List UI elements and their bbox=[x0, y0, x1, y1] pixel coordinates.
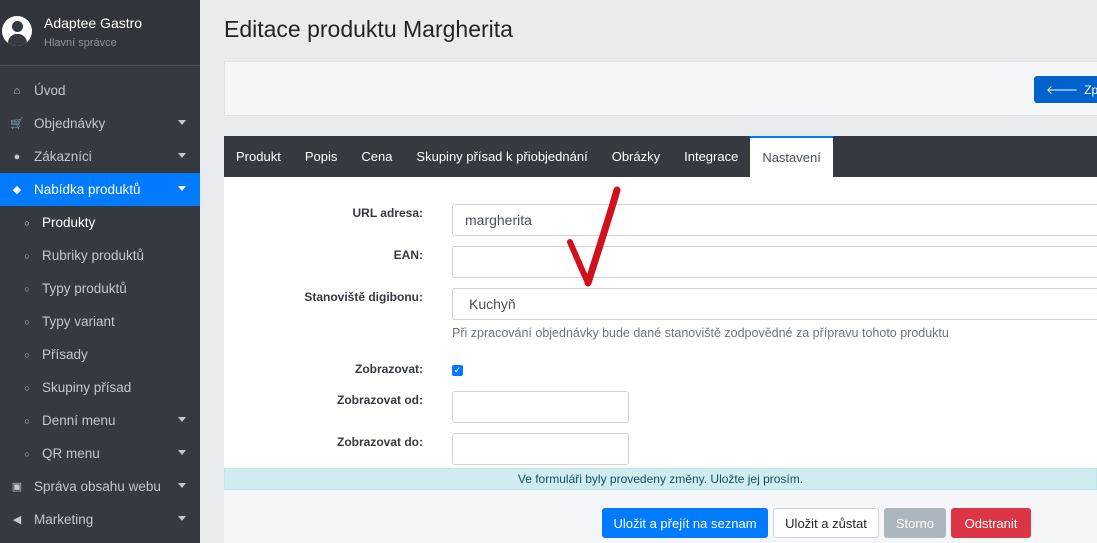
chevron-down-icon bbox=[178, 483, 186, 488]
tab-item[interactable]: Integrace bbox=[672, 136, 750, 177]
tab-item[interactable]: Produkt bbox=[224, 136, 293, 177]
toolbar bbox=[224, 61, 1097, 116]
unsaved-changes-alert: Ve formuláři byly provedeny změny. Uložt… bbox=[224, 468, 1097, 490]
circle-icon: ○ bbox=[24, 316, 30, 327]
tab-item[interactable]: Skupiny přísad k přiobjednání bbox=[404, 136, 599, 177]
sidebar-item[interactable]: ⌂ Úvod bbox=[0, 74, 200, 107]
back-button-label: Zpět d bbox=[1084, 83, 1097, 97]
sidebar-item[interactable]: ○ QR menu bbox=[0, 437, 200, 470]
tag-icon: ◆ bbox=[12, 184, 22, 196]
back-button[interactable]: 🡐 Zpět d bbox=[1034, 76, 1097, 103]
sidebar-nav: ⌂ Úvod 🛒 Objednávky ● Zákazníci ◆ Nabídka produ… bbox=[0, 74, 200, 536]
circle-icon: ○ bbox=[24, 415, 30, 426]
cart-icon: 🛒 bbox=[10, 118, 24, 130]
chevron-down-icon bbox=[178, 450, 186, 455]
sidebar-item[interactable]: ○ Typy variant bbox=[0, 305, 200, 338]
sidebar-item[interactable]: ○ Rubriky produktů bbox=[0, 239, 200, 272]
circle-icon: ○ bbox=[24, 283, 30, 294]
sidebar-item-label: Skupiny přísad bbox=[42, 380, 132, 395]
sidebar-item[interactable]: ○ Typy produktů bbox=[0, 272, 200, 305]
from-label: Zobrazovat od: bbox=[337, 393, 423, 407]
tab-item[interactable]: Popis bbox=[293, 136, 350, 177]
save-and-stay-button[interactable]: Uložit a zůstat bbox=[773, 508, 879, 538]
tab-item[interactable]: Cena bbox=[349, 136, 404, 177]
sidebar-item-label: Přísady bbox=[42, 347, 88, 362]
sidebar-item[interactable]: ◀ Marketing bbox=[0, 503, 200, 536]
arrow-left-icon: 🡐 bbox=[1046, 83, 1079, 97]
sidebar-item-label: Úvod bbox=[34, 83, 66, 98]
circle-icon: ○ bbox=[24, 349, 30, 360]
brand-role: Hlavní správce bbox=[44, 37, 117, 49]
chevron-down-icon bbox=[178, 153, 186, 158]
station-help-text: Při zpracování objednávky bude dané stan… bbox=[452, 326, 949, 340]
sidebar-item[interactable]: ● Zákazníci bbox=[0, 140, 200, 173]
annotation-arrow-icon bbox=[567, 186, 621, 287]
visible-checkbox[interactable]: ✓ bbox=[452, 365, 463, 376]
chevron-down-icon bbox=[178, 516, 186, 521]
chevron-down-icon bbox=[178, 417, 186, 422]
sidebar: Adaptee Gastro Hlavní správce ⌂ Úvod 🛒 Obje… bbox=[0, 0, 200, 543]
tab-bar: Produkt Popis Cena Skupiny přísad k přiobje… bbox=[224, 136, 1097, 177]
sidebar-item[interactable]: ▣ Správa obsahu webu bbox=[0, 470, 200, 503]
brand-panel: Adaptee Gastro Hlavní správce bbox=[0, 0, 200, 66]
sidebar-item-label: QR menu bbox=[42, 446, 100, 461]
cancel-button[interactable]: Storno bbox=[884, 508, 946, 538]
sidebar-item[interactable]: ◆ Nabídka produktů bbox=[0, 173, 200, 206]
visible-label: Zobrazovat: bbox=[354, 362, 423, 376]
station-label: Stanoviště digibonu: bbox=[304, 290, 423, 304]
circle-icon: ○ bbox=[24, 382, 30, 393]
tab-item[interactable]: Nastavení bbox=[750, 136, 833, 177]
sidebar-item[interactable]: ○ Přísady bbox=[0, 338, 200, 371]
brand-name: Adaptee Gastro bbox=[44, 15, 143, 31]
circle-icon: ○ bbox=[24, 217, 30, 228]
ean-input[interactable] bbox=[452, 246, 1097, 278]
chevron-down-icon bbox=[178, 186, 186, 191]
station-select[interactable]: Kuchyň bbox=[452, 288, 1097, 320]
sidebar-item-label: Denní menu bbox=[42, 413, 116, 428]
sidebar-item[interactable]: ○ Denní menu bbox=[0, 404, 200, 437]
user-icon: ● bbox=[13, 150, 21, 163]
url-input[interactable] bbox=[452, 204, 1097, 236]
sidebar-item[interactable]: 🛒 Objednávky bbox=[0, 107, 200, 140]
ean-label: EAN: bbox=[393, 248, 423, 262]
save-and-list-button[interactable]: Uložit a přejít na seznam bbox=[602, 508, 768, 538]
sidebar-item-label: Nabídka produktů bbox=[34, 182, 141, 197]
sidebar-item-label: Marketing bbox=[34, 512, 94, 527]
page-title: Editace produktu Margherita bbox=[224, 16, 513, 42]
sidebar-item-label: Typy produktů bbox=[42, 281, 127, 296]
to-label: Zobrazovat do: bbox=[337, 435, 423, 449]
sidebar-item-label: Typy variant bbox=[42, 314, 115, 329]
sitemap-icon: ▣ bbox=[11, 481, 23, 493]
home-icon: ⌂ bbox=[13, 84, 21, 97]
sidebar-item-label: Správa obsahu webu bbox=[34, 479, 161, 494]
sidebar-item[interactable]: ○ Skupiny přísad bbox=[0, 371, 200, 404]
to-date-input[interactable] bbox=[452, 433, 629, 465]
avatar-icon bbox=[2, 16, 32, 46]
chevron-down-icon bbox=[178, 120, 186, 125]
sidebar-item-label: Objednávky bbox=[34, 116, 106, 131]
sidebar-item[interactable]: ○ Produkty bbox=[0, 206, 200, 239]
from-date-input[interactable] bbox=[452, 391, 629, 423]
bullhorn-icon: ◀ bbox=[12, 514, 22, 526]
circle-icon: ○ bbox=[24, 448, 30, 459]
circle-icon: ○ bbox=[24, 250, 30, 261]
tab-item[interactable]: Obrázky bbox=[600, 136, 672, 177]
sidebar-item-label: Produkty bbox=[42, 215, 96, 230]
sidebar-item-label: Zákazníci bbox=[34, 149, 92, 164]
sidebar-item-label: Rubriky produktů bbox=[42, 248, 145, 263]
delete-button[interactable]: Odstranit bbox=[951, 508, 1031, 538]
url-label: URL adresa: bbox=[352, 206, 423, 220]
